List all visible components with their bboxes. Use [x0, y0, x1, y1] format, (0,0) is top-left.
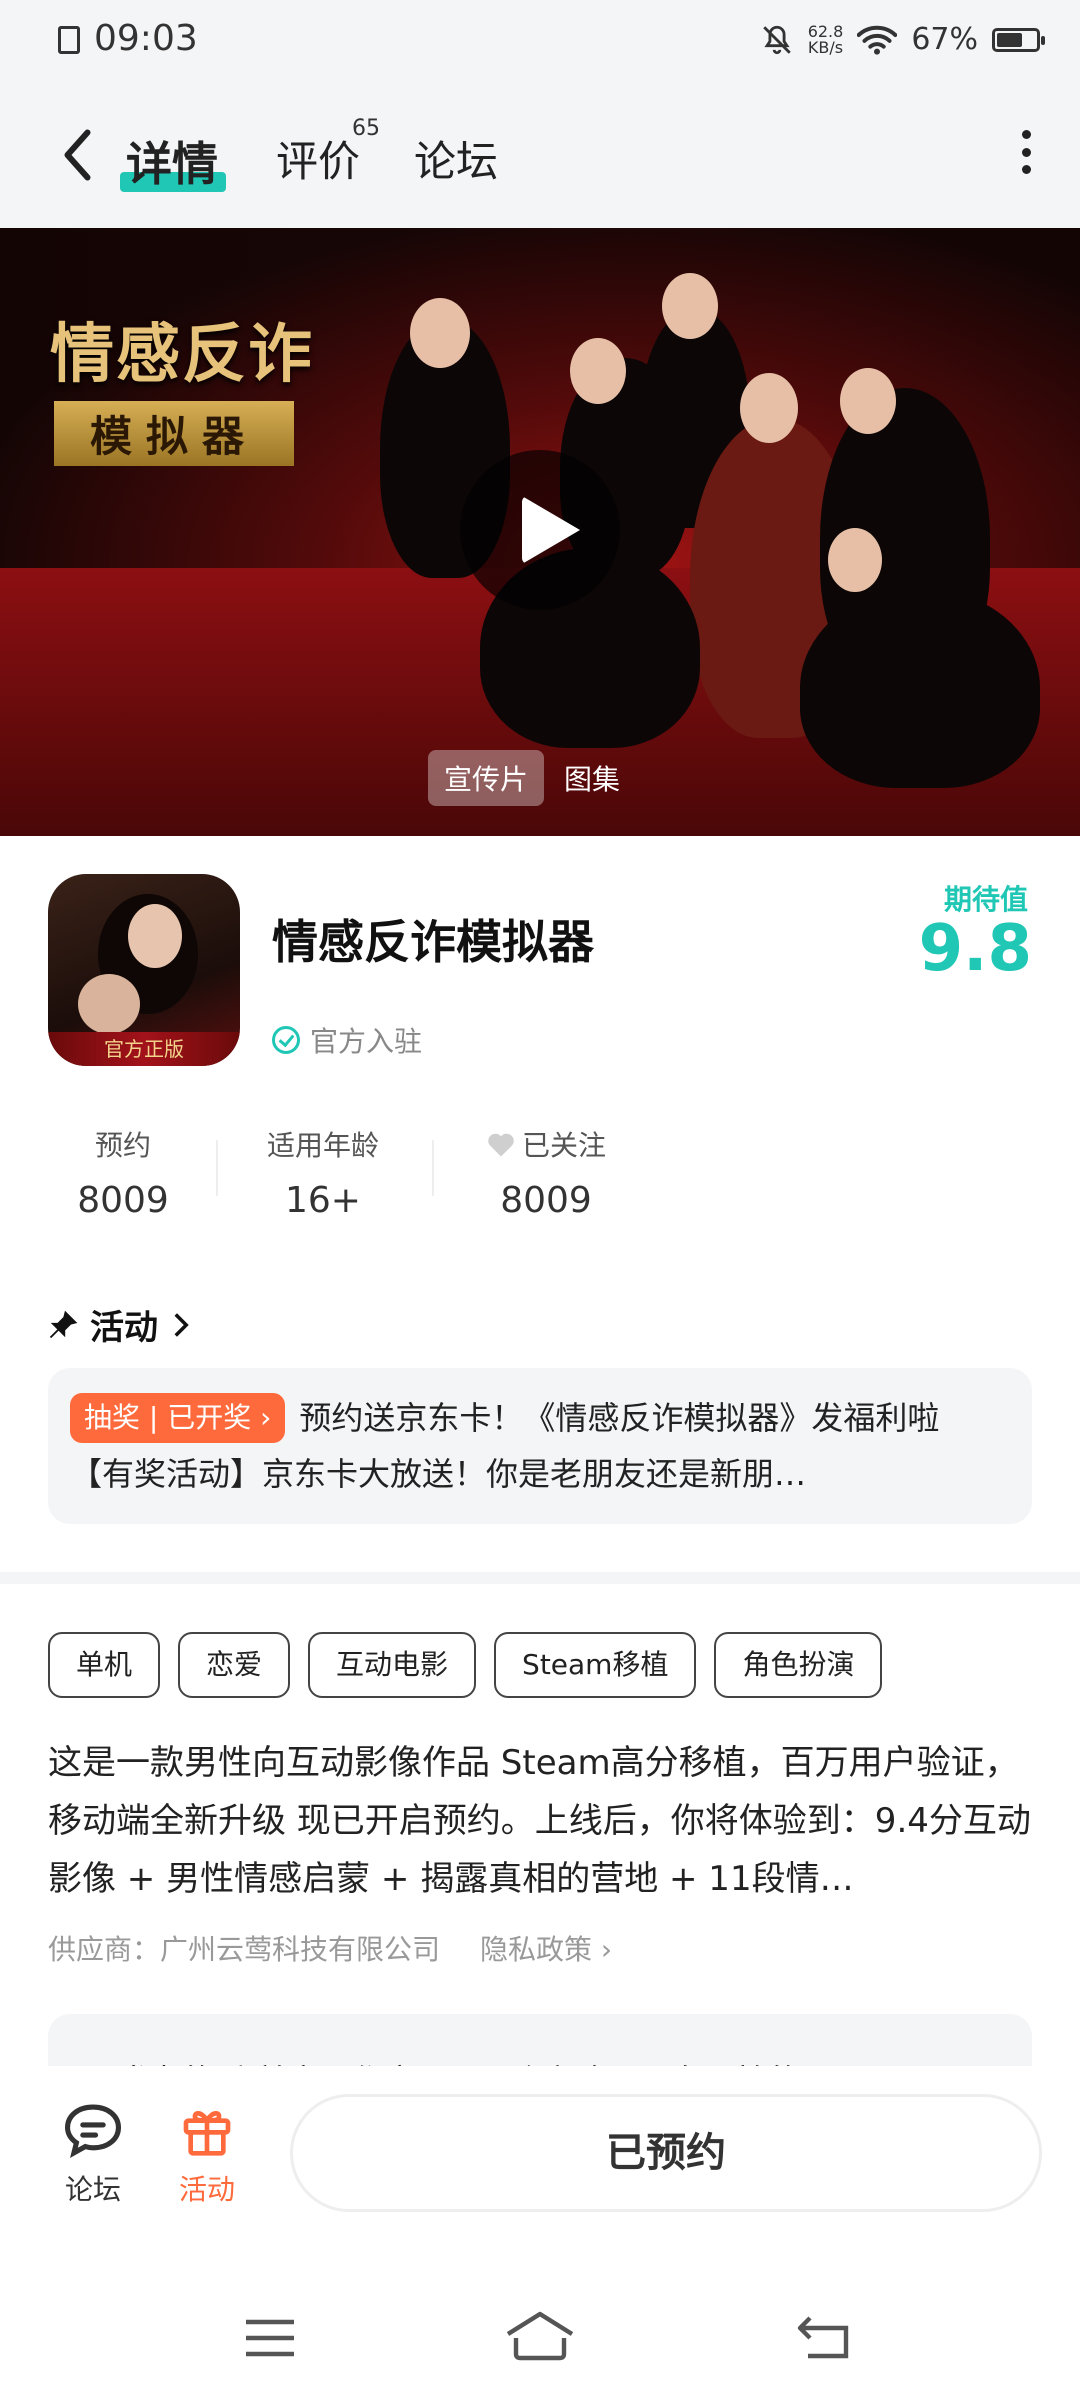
divider — [432, 1140, 434, 1196]
supplier-label: 供应商：广州云莺科技有限公司 — [48, 1933, 441, 1966]
wifi-icon — [857, 25, 898, 55]
back-icon[interactable] — [50, 125, 110, 185]
home-icon[interactable] — [504, 2310, 576, 2362]
figure-head — [740, 373, 798, 443]
pin-icon — [49, 1310, 78, 1338]
supplier-row: 供应商：广州云莺科技有限公司 隐私政策 › — [48, 1928, 612, 1968]
check-circle-icon — [272, 1026, 300, 1054]
hero-title-line2: 模拟器 — [54, 401, 295, 466]
media-segment: 宣传片 图集 — [428, 750, 636, 806]
segment-trailer[interactable]: 宣传片 — [428, 750, 545, 806]
segment-gallery[interactable]: 图集 — [548, 750, 636, 806]
status-bar: 09:03 62.8 KB/s 67% — [0, 0, 1080, 90]
figure-head — [662, 273, 718, 339]
reviews-count-badge: 65 — [352, 116, 380, 141]
app-icon-face — [78, 974, 140, 1034]
battery-icon — [992, 27, 1045, 52]
tag-item[interactable]: Steam移植 — [494, 1632, 697, 1698]
activity-title: 活动 — [90, 1308, 158, 1348]
tag-item[interactable]: 单机 — [48, 1632, 161, 1698]
tag-item[interactable]: 互动电影 — [308, 1632, 477, 1698]
hero-title-line1: 情感反诈 — [50, 318, 314, 392]
activity-label: 活动 — [178, 2173, 235, 2206]
activity-button[interactable]: 活动 — [152, 2102, 262, 2208]
stat-label: 已关注 — [466, 1124, 626, 1164]
figure-head — [828, 528, 882, 592]
stat-value: 8009 — [500, 1180, 592, 1221]
forum-label: 论坛 — [64, 2173, 121, 2206]
privacy-policy-link[interactable]: 隐私政策 › — [480, 1928, 612, 1968]
tab-reviews[interactable]: 评价 — [276, 128, 360, 189]
net-speed: 62.8 KB/s — [807, 21, 844, 57]
figure-head — [570, 338, 626, 404]
mute-icon — [762, 25, 791, 54]
divider — [216, 1140, 218, 1196]
verified-badge: 官方入驻 — [272, 1020, 422, 1060]
figure-head — [840, 368, 896, 434]
tag-item[interactable]: 角色扮演 — [714, 1632, 883, 1698]
stat-followers[interactable]: 已关注 8009 — [466, 1124, 626, 1221]
heart-icon — [486, 1130, 516, 1158]
stat-value: 8009 — [77, 1180, 169, 1221]
tab-details[interactable]: 详情 — [126, 128, 218, 194]
bottom-action-bar: 论坛 活动 已预约 — [0, 2066, 1080, 2266]
game-description[interactable]: 这是一款男性向互动影像作品 Steam高分移植，百万用户验证，移动端全新升级 现… — [48, 1734, 1032, 1908]
app-icon: 官方正版 — [48, 874, 240, 1066]
menu-icon[interactable] — [244, 2316, 296, 2360]
stat-value: 16+ — [285, 1180, 361, 1221]
forum-icon — [64, 2104, 122, 2158]
tag-item[interactable]: 恋爱 — [178, 1632, 291, 1698]
forum-button[interactable]: 论坛 — [38, 2102, 148, 2208]
more-icon[interactable] — [1020, 130, 1032, 174]
figure-head — [410, 298, 470, 368]
lottery-tag: 抽奖 | 已开奖 › — [70, 1393, 286, 1443]
expect-value: 9.8 — [918, 912, 1032, 986]
hero-title: 情感反诈 模拟器 — [50, 303, 314, 466]
app-icon-face — [128, 904, 182, 968]
stat-age: 适用年龄 16+ — [248, 1124, 398, 1221]
tab-forum[interactable]: 论坛 — [414, 128, 498, 189]
status-time: 09:03 — [94, 18, 198, 59]
sim-icon — [58, 26, 80, 54]
chevron-right-icon — [174, 1312, 189, 1337]
stat-label: 适用年龄 — [266, 1129, 379, 1162]
stat-reservations: 预约 8009 — [58, 1124, 188, 1221]
reserved-button[interactable]: 已预约 — [290, 2094, 1042, 2212]
activity-header[interactable]: 活动 — [48, 1300, 192, 1349]
play-icon[interactable] — [460, 450, 620, 610]
app-name: 情感反诈模拟器 — [272, 915, 594, 969]
top-nav: 详情 评价 65 论坛 — [0, 90, 1080, 228]
back-nav-icon[interactable] — [796, 2314, 850, 2360]
hero-media[interactable]: 情感反诈 模拟器 宣传片 图集 — [0, 228, 1080, 836]
system-nav-bar — [0, 2266, 1080, 2408]
activity-card[interactable]: 抽奖 | 已开奖 › 预约送京东卡！《情感反诈模拟器》发福利啦 【有奖活动】京东卡… — [48, 1368, 1032, 1524]
figure-shape — [800, 588, 1040, 788]
stat-label: 预约 — [94, 1129, 151, 1162]
tag-list: 单机 恋爱 互动电影 Steam移植 角色扮演 — [48, 1632, 883, 1698]
verified-label: 官方入驻 — [310, 1025, 423, 1058]
gift-icon — [183, 2111, 231, 2156]
battery-percent: 67% — [911, 22, 978, 57]
activity-content: 抽奖 | 已开奖 › 预约送京东卡！《情感反诈模拟器》发福利啦 【有奖活动】京东卡… — [70, 1390, 1010, 1502]
section-divider — [0, 1572, 1080, 1584]
status-right: 62.8 KB/s 67% — [760, 21, 1045, 57]
app-icon-caption: 官方正版 — [48, 1032, 240, 1066]
battery-level — [997, 32, 1022, 47]
